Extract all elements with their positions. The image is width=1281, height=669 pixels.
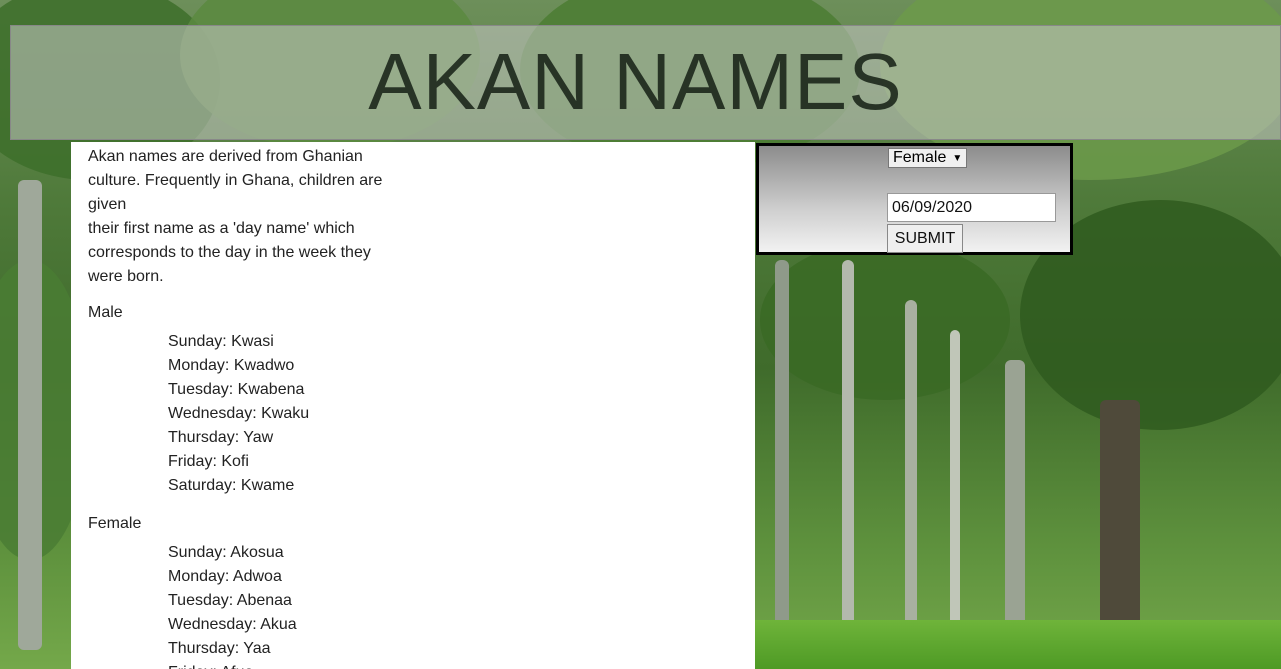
name-form: Female ▼ 06/09/2020 SUBMIT (756, 143, 1073, 255)
list-item: Wednesday: Akua (168, 616, 297, 633)
tree-canopy (760, 240, 1010, 400)
male-heading: Male (88, 304, 123, 321)
list-item: Sunday: Akosua (168, 544, 284, 561)
tree-trunk (1100, 400, 1140, 630)
submit-button[interactable]: SUBMIT (887, 224, 963, 253)
gender-selected-value: Female (893, 149, 947, 166)
intro-line: Akan names are derived from Ghanian (88, 148, 363, 165)
intro-line: culture. Frequently in Ghana, children a… (88, 172, 383, 189)
tree-trunk (905, 300, 917, 630)
list-item: Tuesday: Abenaa (168, 592, 292, 609)
chevron-down-icon: ▼ (952, 152, 963, 164)
list-item: Friday: Kofi (168, 453, 249, 470)
tree-trunk (775, 260, 789, 640)
intro-line: their first name as a 'day name' which (88, 220, 355, 237)
info-panel: Akan names are derived from Ghanian cult… (71, 142, 755, 669)
female-names-list: Sunday: Akosua Monday: Adwoa Tuesday: Ab… (168, 541, 297, 669)
tree-trunk (950, 330, 960, 630)
intro-text: Akan names are derived from Ghanian cult… (88, 145, 398, 289)
male-names-list: Sunday: Kwasi Monday: Kwadwo Tuesday: Kw… (168, 330, 309, 498)
tree-trunk (842, 260, 854, 640)
birth-date-input[interactable]: 06/09/2020 (887, 193, 1056, 222)
female-heading: Female (88, 515, 142, 532)
intro-line: corresponds to the day in the week they (88, 244, 371, 261)
list-item: Friday: Afua (168, 661, 297, 669)
list-item: Wednesday: Kwaku (168, 405, 310, 422)
lawn (755, 620, 1281, 669)
list-item: Thursday: Yaa (168, 640, 271, 657)
list-item: Saturday: Kwame (168, 477, 295, 494)
page-header: AKAN NAMES (10, 25, 1281, 140)
list-item: Monday: Adwoa (168, 568, 282, 585)
list-item: Monday: Kwadwo (168, 357, 295, 374)
list-item: Thursday: Yaw (168, 429, 274, 446)
intro-line: were born. (88, 268, 164, 285)
tree-trunk (1005, 360, 1025, 660)
gender-select[interactable]: Female ▼ (888, 148, 968, 168)
intro-line: given (88, 196, 127, 213)
page-title: AKAN NAMES (368, 37, 903, 126)
list-item: Sunday: Kwasi (168, 333, 274, 350)
list-item: Tuesday: Kwabena (168, 381, 305, 398)
tree-trunk (18, 180, 42, 650)
